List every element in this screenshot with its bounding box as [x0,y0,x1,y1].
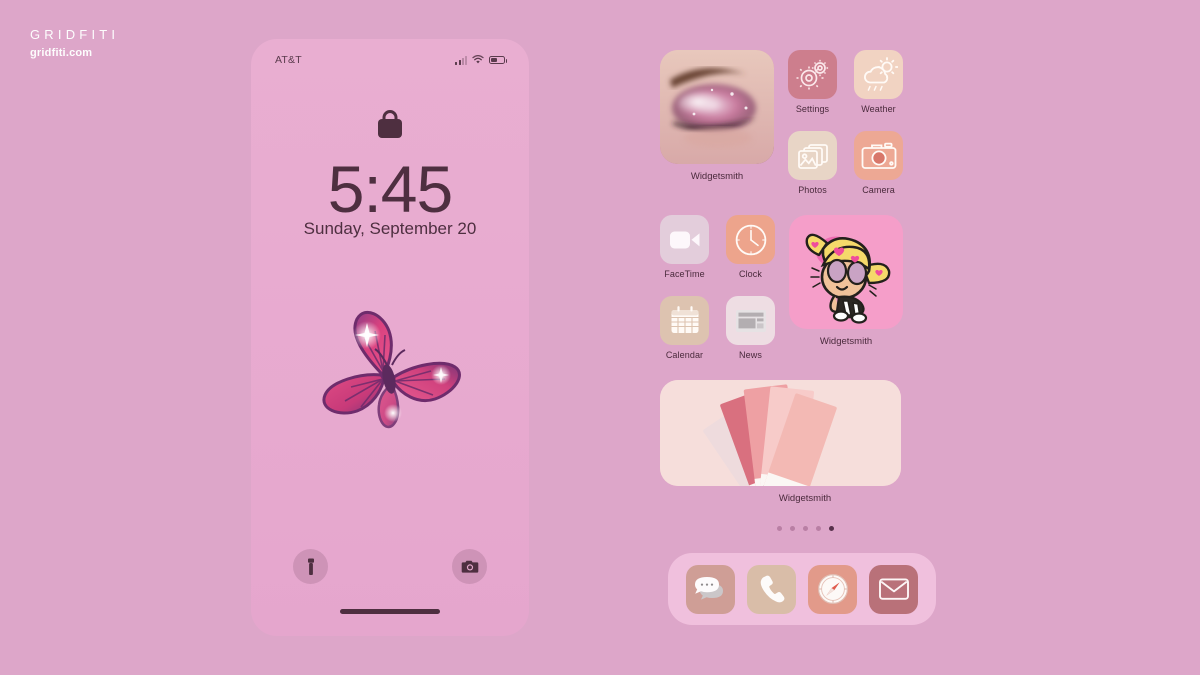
app-camera[interactable]: Camera [854,131,903,195]
photos-stack-icon [788,131,837,180]
app-label: Weather [861,104,896,114]
phone-handset-icon [760,575,784,603]
app-news[interactable]: News [726,296,775,360]
widget-image-powerpuff-bubbles [789,215,903,329]
dock [668,553,936,625]
home-indicator [340,609,440,614]
page-dot[interactable] [789,526,795,531]
news-paper-icon [726,296,775,345]
page-dot-active[interactable] [828,526,834,531]
page-dot[interactable] [802,526,808,531]
dock-app-phone[interactable] [747,564,796,614]
dock-app-mail[interactable] [869,564,918,614]
app-photos[interactable]: Photos [788,131,837,195]
page-dots [660,526,950,531]
settings-gears-icon [788,50,837,99]
cellular-signal-icon [455,55,467,65]
battery-icon [489,55,508,65]
dock-app-safari[interactable] [808,564,857,614]
widget-label: Widgetsmith [778,493,832,504]
page-dot[interactable] [815,526,821,531]
home-screen: Widgetsmith Settings Weather Photos Came… [660,50,950,640]
widget-label: Widgetsmith [690,171,744,182]
camera-icon [461,560,478,573]
wifi-icon [472,55,484,64]
messages-bubble-icon [694,577,723,600]
mail-envelope-icon [878,578,909,600]
app-label: News [739,350,762,360]
app-label: Settings [795,104,830,114]
app-clock[interactable]: Clock [726,215,775,279]
app-label: Clock [738,269,762,279]
gridfiti-branding: GRIDFITI gridfiti.com [30,28,119,59]
lock-time: 5:45 [327,152,453,226]
widget-widgetsmith-powerpuff[interactable]: Widgetsmith [789,215,903,347]
calendar-grid-icon [660,296,709,345]
butterfly-wallpaper-icon [295,301,485,446]
brand-url: gridfiti.com [30,47,93,59]
app-label: Calendar [665,350,704,360]
lock-date: Sunday, September 20 [303,219,477,238]
lock-action-buttons [251,549,529,584]
page-dot[interactable] [776,526,782,531]
lock-icon [251,110,529,138]
status-bar: AT&T [251,39,529,71]
lock-screen-phone: AT&T 5:45 Sunday, September 20 [251,39,529,636]
app-label: FaceTime [664,269,705,279]
safari-compass-icon [817,574,848,604]
brand-name: GRIDFITI [30,27,120,42]
widget-widgetsmith-pantone[interactable]: PANTO Peony PA 6 PANTONE Candy Pink [660,380,950,504]
carrier-label: AT&T [275,54,302,66]
camera-button[interactable] [452,549,487,584]
flashlight-button[interactable] [293,549,328,584]
dock-app-messages[interactable] [686,564,735,614]
app-label: Photos [798,185,827,195]
app-weather[interactable]: Weather [854,50,903,114]
app-label: Camera [862,185,895,195]
facetime-video-icon [660,215,709,264]
widget-label: Widgetsmith [819,336,873,347]
app-settings[interactable]: Settings [788,50,837,114]
flashlight-icon [307,558,314,575]
app-facetime[interactable]: FaceTime [660,215,709,279]
widget-image-pantone-fan: PANTO Peony PA 6 PANTONE Candy Pink [660,380,901,486]
weather-cloud-sun-icon [854,50,903,99]
camera-icon [854,131,903,180]
app-calendar[interactable]: Calendar [660,296,709,360]
clock-face-icon [726,215,775,264]
widget-widgetsmith-photo[interactable]: Widgetsmith [660,50,774,182]
widget-image-eye-makeup [660,50,774,164]
